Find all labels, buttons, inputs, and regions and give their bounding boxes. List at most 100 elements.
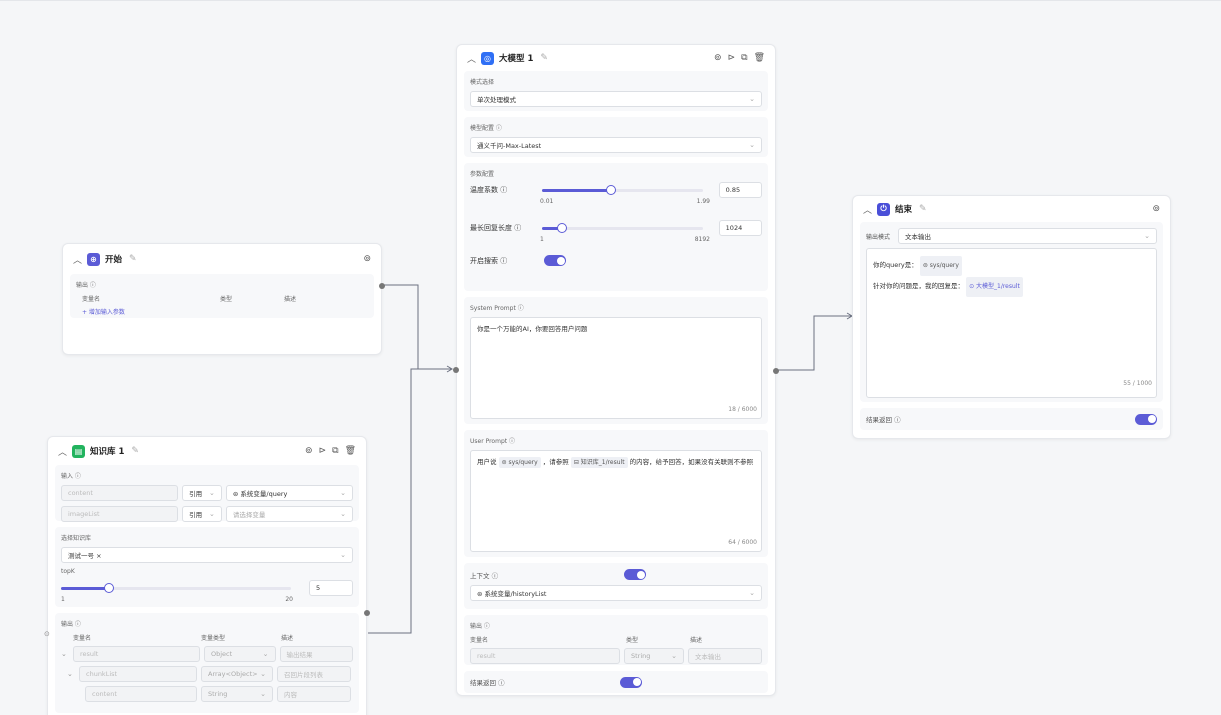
end-line2-var: ⊙ 大模型_1/result (966, 277, 1023, 297)
edit-icon[interactable]: ✎ (131, 446, 139, 456)
system-prompt-textarea[interactable]: 你是一个万能的AI，你要回答用户问题 18 / 6000 (470, 317, 762, 419)
topk-slider[interactable] (61, 583, 291, 593)
end-return-label: 结果返回 ⓘ (866, 416, 901, 424)
output-label: 输出 ⓘ (470, 623, 490, 630)
end-output-textarea[interactable]: 你的query是： ⊜ sys/query 针对你的问题是，我的回复是： ⊙ 大… (866, 248, 1157, 398)
output-section: 输出 ⓘ 变量名 类型 描述 result String ⌄ 文本输出 (464, 615, 768, 665)
run-icon[interactable]: ⊳ (728, 53, 736, 63)
user-prompt-pre: 用户说 (477, 458, 497, 466)
output-mode-select[interactable]: 文本输出 ⌄ (898, 228, 1157, 244)
kb-node-title: 知识库 1 (90, 447, 125, 457)
end-output-count: 55 / 1000 (1123, 380, 1152, 387)
kb-node-header: ︿ ▤ 知识库 1 ✎ ⊚ ⊳ ⧉ 🗑 (48, 437, 366, 465)
user-prompt-post: 的内容，给予回答，如果没有关联则不参照 (629, 458, 754, 466)
edit-icon[interactable]: ✎ (919, 204, 927, 214)
chevron-down-icon: ⌄ (749, 589, 755, 597)
input-name-imagelist: imageList (61, 506, 179, 522)
maxlen-input[interactable]: 1024 (718, 220, 762, 236)
context-select[interactable]: ⊜ 系统变量/historyList ⌄ (470, 585, 762, 601)
llm-node-header: ︿ ◎ 大模型 1 ✎ ⊚ ⊳ ⧉ 🗑 (457, 45, 775, 71)
settings-icon[interactable]: ⊚ (1152, 204, 1160, 214)
delete-icon[interactable]: 🗑 (754, 53, 765, 63)
add-input-param-button[interactable]: + 增加输入参数 (76, 307, 368, 316)
context-section: 上下文 ⓘ ⊜ 系统变量/historyList ⌄ (464, 563, 768, 609)
output-desc-field: 召回片段列表 (277, 666, 351, 682)
context-toggle[interactable] (624, 569, 646, 580)
llm-node[interactable]: ︿ ◎ 大模型 1 ✎ ⊚ ⊳ ⧉ 🗑 模式选择 单次处理模式 ⌄ 模型配置 ⓘ … (453, 44, 779, 696)
start-output-port[interactable] (379, 283, 385, 289)
temp-slider[interactable] (542, 185, 703, 195)
ref-variable-select[interactable]: ⊜ 系统变量/query ⌄ (225, 485, 353, 501)
add-port-icon[interactable]: ⊙ (44, 630, 50, 638)
end-line1-text: 你的query是： (873, 261, 918, 269)
return-toggle[interactable] (620, 676, 642, 688)
topk-label: topK (61, 568, 75, 575)
system-prompt-section: System Prompt ⓘ 你是一个万能的AI，你要回答用户问题 18 / … (464, 297, 768, 424)
kb-node[interactable]: ︿ ▤ 知识库 1 ✎ ⊚ ⊳ ⧉ 🗑 输入 ⓘ content 引用 ⌄ ⊜ 系… (44, 436, 370, 715)
ref-mode-select[interactable]: 引用 ⌄ (182, 485, 222, 501)
model-section: 模型配置 ⓘ 通义千问-Max-Latest ⌄ (464, 117, 768, 157)
user-prompt-count: 64 / 6000 (728, 539, 757, 546)
edge-llm-to-end (777, 315, 852, 371)
chevron-down-icon: ⌄ (340, 489, 346, 497)
chevron-down-icon: ⌄ (340, 551, 346, 559)
edge-start-to-llm (383, 284, 452, 370)
kb-output-port[interactable] (364, 610, 370, 616)
temp-input[interactable]: 0.85 (718, 182, 762, 198)
user-prompt-textarea[interactable]: 用户说 ⊜ sys/query ，请参照 ⊟ 知识库_1/result 的内容，… (470, 450, 762, 552)
end-node[interactable]: ︿ ⏻ 结束 ✎ ⊚ 输出模式 文本输出 ⌄ 你的query是： ⊜ sys/qu… (852, 195, 1171, 439)
system-prompt-count: 18 / 6000 (728, 406, 757, 413)
chevron-down-icon: ⌄ (262, 650, 269, 658)
topk-min: 1 (61, 596, 65, 603)
power-icon: ⏻ (877, 202, 890, 216)
maxlen-min: 1 (540, 236, 544, 243)
output-type-select: Array<Object> ⌄ (201, 666, 273, 682)
chevron-up-icon[interactable]: ︿ (863, 203, 872, 216)
chevron-down-icon: ⌄ (260, 690, 266, 698)
maxlen-slider-thumb[interactable] (557, 223, 568, 233)
kb-select-section: 选择知识库 测试一号 × ⌄ topK 5 1 20 (55, 527, 359, 607)
edit-icon[interactable]: ✎ (129, 254, 137, 264)
run-icon[interactable]: ⊳ (319, 446, 327, 456)
end-line1-var: ⊜ sys/query (919, 256, 962, 276)
llm-node-title: 大模型 1 (499, 54, 534, 64)
settings-icon[interactable]: ⊚ (305, 446, 313, 456)
output-type-select: String ⌄ (624, 648, 684, 664)
edit-icon[interactable]: ✎ (540, 53, 548, 63)
temp-slider-thumb[interactable] (606, 185, 617, 195)
kb-input-section: 输入 ⓘ content 引用 ⌄ ⊜ 系统变量/query ⌄ imageList… (55, 465, 359, 522)
model-select[interactable]: 通义千问-Max-Latest ⌄ (470, 137, 762, 153)
chevron-up-icon[interactable]: ︿ (58, 445, 67, 458)
output-desc-field: 输出结果 (279, 646, 353, 662)
settings-icon[interactable]: ⊚ (714, 53, 722, 63)
start-node-title: 开始 (105, 255, 123, 265)
ref-mode-select[interactable]: 引用 ⌄ (182, 506, 222, 522)
copy-icon[interactable]: ⧉ (332, 446, 338, 456)
start-output-label: 输出 ⓘ (76, 282, 96, 289)
llm-output-port[interactable] (773, 368, 779, 374)
search-toggle[interactable] (544, 255, 566, 266)
delete-icon[interactable]: 🗑 (345, 446, 356, 456)
temp-max: 1.99 (696, 198, 710, 205)
chevron-up-icon[interactable]: ︿ (73, 253, 82, 266)
end-return-toggle[interactable] (1135, 413, 1157, 425)
maxlen-slider[interactable] (542, 223, 703, 233)
return-label: 结果返回 ⓘ (470, 679, 505, 687)
chevron-up-icon[interactable]: ︿ (467, 52, 476, 65)
settings-icon[interactable]: ⊚ (363, 254, 371, 264)
chevron-down-icon[interactable]: ⌄ (61, 650, 69, 658)
chevron-down-icon: ⌄ (260, 670, 266, 678)
kb-select[interactable]: 测试一号 × ⌄ (61, 547, 353, 563)
mode-select[interactable]: 单次处理模式 ⌄ (470, 91, 762, 107)
chevron-down-icon[interactable]: ⌄ (67, 670, 75, 678)
llm-input-port[interactable] (453, 367, 459, 373)
input-name-content: content (61, 485, 179, 501)
ref-variable-select[interactable]: 请选择变量 ⌄ (225, 506, 353, 522)
user-prompt-mid: ，请参照 (542, 458, 569, 466)
copy-icon[interactable]: ⧉ (741, 53, 747, 63)
col-type: 类型 (220, 296, 233, 303)
end-return-section: 结果返回 ⓘ (860, 408, 1163, 430)
start-node[interactable]: ︿ ⊕ 开始 ✎ ⊚ 输出 ⓘ 变量名 类型 描述 + 增加输入参数 (62, 243, 385, 355)
topk-slider-thumb[interactable] (104, 583, 115, 593)
topk-input[interactable]: 5 (309, 580, 353, 596)
